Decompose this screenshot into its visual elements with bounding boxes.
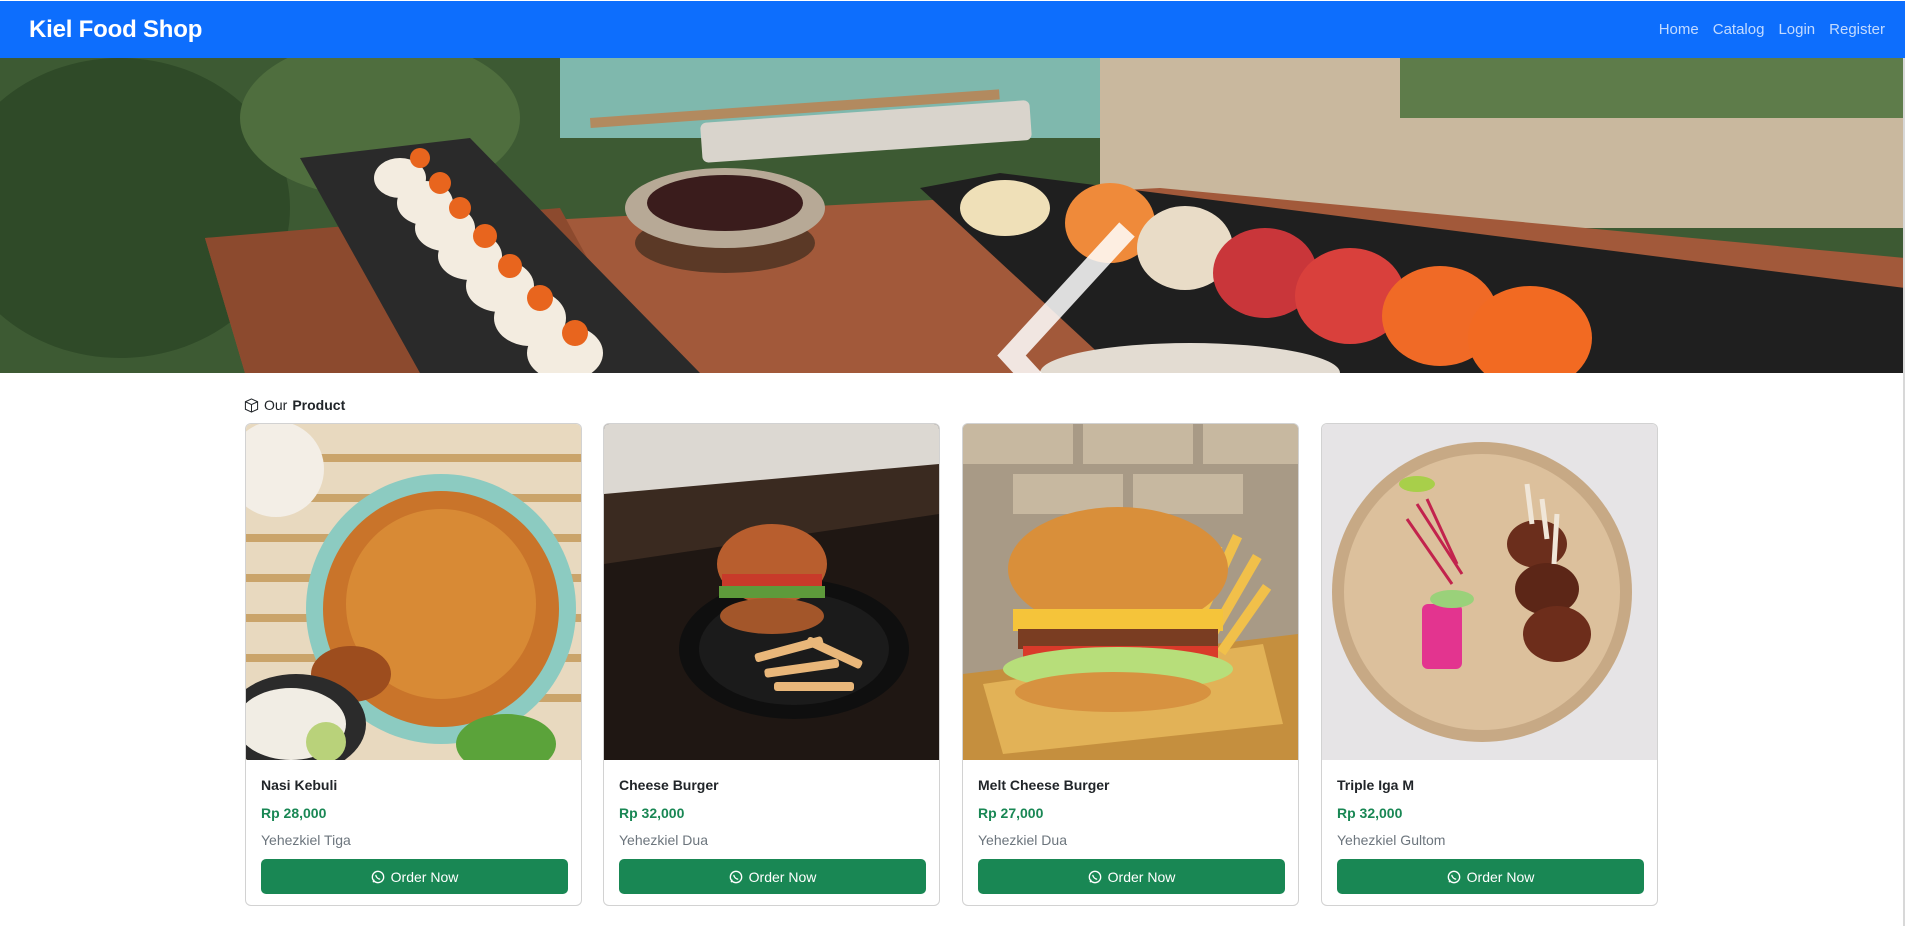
section-title-prefix: Our — [264, 397, 288, 413]
product-price: Rp 32,000 — [619, 805, 685, 821]
order-now-label: Order Now — [1466, 868, 1535, 885]
whatsapp-icon — [1088, 870, 1101, 883]
product-name: Melt Cheese Burger — [978, 777, 1110, 793]
product-card: Cheese Burger Rp 32,000 Yehezkiel Dua Or… — [603, 423, 940, 906]
chevron-left-icon — [997, 222, 1135, 373]
product-name: Triple Iga M — [1337, 777, 1415, 793]
product-card: Melt Cheese Burger Rp 27,000 Yehezkiel D… — [962, 423, 1299, 906]
product-seller: Yehezkiel Gultom — [1337, 832, 1446, 848]
nav-link-register[interactable]: Register — [1829, 21, 1885, 38]
product-card: Nasi Kebuli Rp 28,000 Yehezkiel Tiga Ord… — [245, 423, 582, 906]
order-now-label: Order Now — [1107, 868, 1176, 885]
nav-links: Home Catalog Login Register — [1659, 21, 1885, 38]
product-seller: Yehezkiel Dua — [978, 832, 1067, 848]
order-now-button[interactable]: Order Now — [978, 859, 1285, 894]
order-now-label: Order Now — [748, 868, 817, 885]
hero-carousel — [0, 58, 1905, 373]
carousel-prev-button[interactable] — [122, 198, 1135, 373]
product-seller: Yehezkiel Dua — [619, 832, 708, 848]
box-icon — [244, 397, 259, 413]
product-image-triple-iga-m — [1322, 424, 1657, 760]
brand-logo[interactable]: Kiel Food Shop — [29, 16, 202, 44]
product-image-melt-cheese-burger — [963, 424, 1298, 760]
product-price: Rp 28,000 — [261, 805, 327, 821]
whatsapp-icon — [371, 870, 384, 883]
product-image-nasi-kebuli — [246, 424, 581, 760]
section-title-main: Product — [292, 397, 346, 413]
product-price: Rp 32,000 — [1337, 805, 1403, 821]
product-seller: Yehezkiel Tiga — [261, 832, 351, 848]
navbar: Kiel Food Shop Home Catalog Login Regist… — [0, 1, 1905, 58]
section-title: Our Product — [244, 397, 345, 413]
order-now-button[interactable]: Order Now — [619, 859, 926, 894]
order-now-label: Order Now — [390, 868, 459, 885]
order-now-button[interactable]: Order Now — [261, 859, 568, 894]
order-now-button[interactable]: Order Now — [1337, 859, 1644, 894]
product-card: Triple Iga M Rp 32,000 Yehezkiel Gultom … — [1321, 423, 1658, 906]
product-name: Cheese Burger — [619, 777, 719, 793]
product-price: Rp 27,000 — [978, 805, 1044, 821]
nav-link-login[interactable]: Login — [1778, 21, 1815, 38]
whatsapp-icon — [1447, 870, 1460, 883]
product-image-cheese-burger — [604, 424, 939, 760]
nav-link-home[interactable]: Home — [1659, 21, 1699, 38]
product-name: Nasi Kebuli — [261, 777, 338, 793]
carousel-next-button[interactable] — [1740, 198, 1780, 238]
nav-link-catalog[interactable]: Catalog — [1713, 21, 1765, 38]
whatsapp-icon — [729, 870, 742, 883]
chevron-right-icon — [1740, 198, 1905, 373]
